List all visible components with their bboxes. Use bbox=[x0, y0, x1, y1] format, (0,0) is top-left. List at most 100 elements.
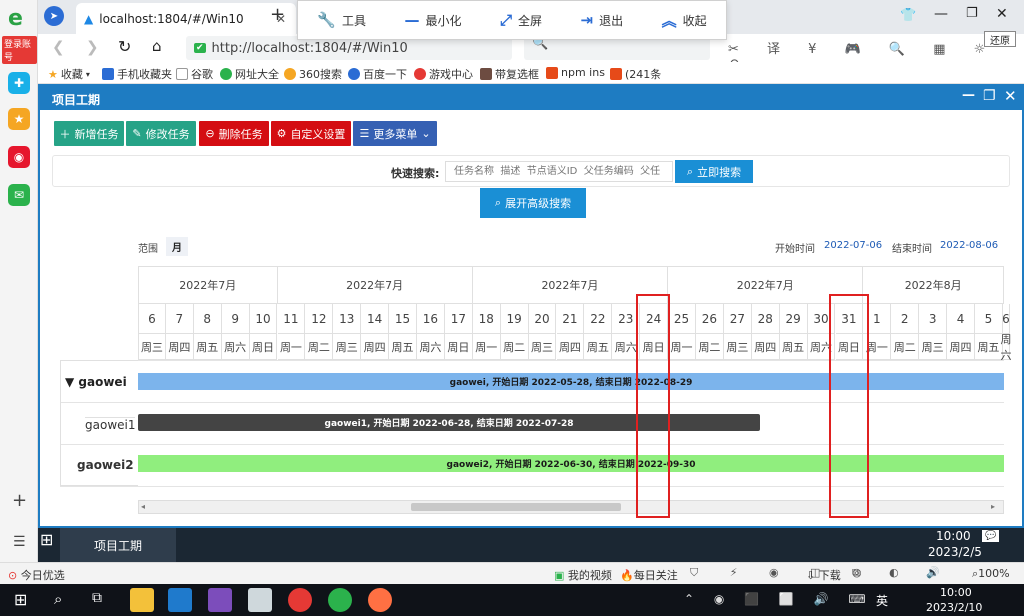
bookmark-item[interactable]: 网址大全 bbox=[220, 66, 279, 82]
bookmark-item[interactable]: 360搜索 bbox=[284, 66, 342, 82]
bookmark-item[interactable]: npm ins bbox=[546, 66, 605, 79]
new-tab-button[interactable]: + bbox=[270, 4, 285, 25]
download[interactable]: ⇩ 下载 bbox=[806, 567, 841, 583]
chevron-down-icon: ⌄ bbox=[421, 127, 431, 140]
os-search-icon[interactable]: ⌕ bbox=[54, 590, 62, 608]
forward-icon[interactable]: ❯ bbox=[86, 38, 99, 56]
collapse-button[interactable]: ︽ 收起 bbox=[662, 10, 707, 31]
delete-task-label: 删除任务 bbox=[218, 127, 263, 141]
app-close-button[interactable]: ✕ bbox=[1004, 87, 1017, 105]
bookmark-item[interactable]: 游戏中心 bbox=[414, 66, 473, 82]
end-time-value: 2022-08-06 bbox=[940, 240, 999, 251]
edit-task-button[interactable]: ✎ 修改任务 bbox=[126, 121, 196, 146]
exit-icon: ⇥ bbox=[580, 11, 594, 29]
app-icon[interactable] bbox=[368, 588, 392, 612]
zoom-level[interactable]: ⌕100% bbox=[972, 567, 1010, 581]
window-minimize-button[interactable]: — bbox=[934, 6, 948, 22]
windows-start-icon[interactable]: ⊞ bbox=[40, 530, 53, 549]
notification-icon[interactable]: 💬 bbox=[982, 530, 1000, 542]
bookmark-item[interactable]: (241条 bbox=[610, 66, 661, 82]
window-restore-button[interactable]: ❐ bbox=[966, 6, 978, 21]
advanced-search-button[interactable]: ⌕ 展开高级搜索 bbox=[480, 188, 586, 218]
range-month-toggle[interactable]: 月 bbox=[166, 237, 188, 256]
site-icon bbox=[220, 68, 232, 80]
visual-studio-icon[interactable] bbox=[208, 588, 232, 612]
nav-arrow-icon[interactable]: ➤ bbox=[44, 6, 64, 26]
tools-button[interactable]: 🔧 工具 bbox=[317, 11, 366, 29]
chrome-icon[interactable] bbox=[288, 588, 312, 612]
add-task-label: 新增任务 bbox=[74, 127, 119, 141]
today-pick[interactable]: ⊙ 今日优选 bbox=[8, 567, 65, 583]
sidebar-weibo-icon[interactable]: ◉ bbox=[8, 146, 30, 168]
bookmark-item[interactable]: 百度一下 bbox=[348, 66, 407, 82]
os-taskbar: ⊞ ⌕ ⧉ ⌃ ◉ ⬛ ⬜ 🔊 ⌨ 英 10:00 2023/2/10 bbox=[0, 584, 1024, 616]
bookmarks-bar: ★ 收藏 ▾ 手机收藏夹 谷歌 网址大全 360搜索 百度一下 游戏中心 带复选框 … bbox=[38, 62, 1024, 84]
scroll-left-arrow[interactable]: ◂ bbox=[141, 502, 145, 511]
end-time-label: 结束时间 bbox=[892, 244, 932, 255]
minimize-icon: — bbox=[404, 11, 420, 29]
login-badge[interactable]: 登录账号 bbox=[2, 36, 37, 64]
quick-search-input[interactable] bbox=[445, 161, 673, 182]
browser-tab[interactable]: ▲ localhost:1804/#/Win10 ✕ bbox=[76, 3, 296, 34]
bookmark-label: (241条 bbox=[625, 68, 662, 81]
delete-task-button[interactable]: ⊖ 删除任务 bbox=[199, 121, 269, 146]
daily-focus[interactable]: 🔥每日关注 bbox=[620, 567, 678, 583]
search-now-button[interactable]: ⌕ 立即搜索 bbox=[675, 160, 753, 183]
minimize-button[interactable]: — 最小化 bbox=[404, 11, 461, 29]
paw-icon bbox=[348, 68, 360, 80]
search-icon: ⌕ bbox=[494, 196, 502, 209]
bookmark-label: 百度一下 bbox=[363, 68, 407, 81]
sidebar-mail-icon[interactable]: ✉ bbox=[8, 184, 30, 206]
skin-icon[interactable]: 👕 bbox=[900, 8, 916, 23]
flame-icon: 🔥 bbox=[620, 569, 634, 582]
row-label-gaowei[interactable]: ▼ gaowei bbox=[65, 375, 127, 389]
row-label-gaowei2[interactable]: gaowei2 bbox=[77, 458, 134, 472]
minus-circle-icon: ⊖ bbox=[205, 127, 215, 140]
sidebar-menu-icon[interactable]: ☰ bbox=[13, 534, 26, 550]
vscode-icon[interactable] bbox=[168, 588, 192, 612]
bookmark-item[interactable]: ★ 收藏 ▾ bbox=[48, 66, 90, 82]
bookmark-label: npm ins bbox=[561, 66, 605, 79]
custom-settings-button[interactable]: ⚙ 自定义设置 bbox=[271, 121, 351, 146]
os-start-icon[interactable]: ⊞ bbox=[14, 590, 27, 609]
explorer-icon[interactable] bbox=[130, 588, 154, 612]
status-extra-icons[interactable]: ◎ ◐ 🔊 bbox=[852, 566, 952, 579]
app-icon[interactable] bbox=[248, 588, 272, 612]
os-date: 2023/2/10 bbox=[926, 601, 983, 614]
app-header: 项目工期 — ❐ ✕ bbox=[40, 86, 1022, 110]
window-close-button[interactable]: ✕ bbox=[996, 6, 1008, 22]
today-pick-icon: ⊙ bbox=[8, 569, 18, 582]
site-icon bbox=[284, 68, 296, 80]
taskbar-app-item[interactable]: 项目工期 bbox=[60, 528, 176, 562]
app-minimize-button[interactable]: — bbox=[962, 88, 975, 103]
360-browser-icon[interactable] bbox=[328, 588, 352, 612]
my-video[interactable]: ▣ 我的视频 bbox=[554, 567, 612, 583]
sidebar-plus-icon[interactable]: + bbox=[12, 490, 27, 511]
ime-indicator[interactable]: 英 bbox=[876, 592, 888, 609]
gantt-scrollbar[interactable]: ◂ ▸ bbox=[138, 500, 1004, 514]
tray-icons[interactable]: ⌃ ◉ ⬛ ⬜ 🔊 ⌨ bbox=[684, 592, 874, 606]
bookmark-label: 带复选框 bbox=[495, 68, 539, 81]
quick-search-label: 快速搜索: bbox=[391, 167, 440, 180]
home-icon[interactable]: ⌂ bbox=[152, 37, 162, 55]
site-icon bbox=[480, 68, 492, 80]
scroll-right-arrow[interactable]: ▸ bbox=[991, 502, 995, 511]
more-menu-button[interactable]: ☰ 更多菜单 ⌄ bbox=[353, 121, 437, 146]
back-icon[interactable]: ❮ bbox=[52, 38, 65, 56]
task-view-icon[interactable]: ⧉ bbox=[92, 590, 102, 606]
app-maximize-button[interactable]: ❐ bbox=[983, 88, 996, 104]
bookmark-item[interactable]: 带复选框 bbox=[480, 66, 539, 82]
bookmark-item[interactable]: 谷歌 bbox=[176, 66, 213, 82]
row-label-gaowei1[interactable]: gaowei1 bbox=[85, 417, 136, 432]
exit-button[interactable]: ⇥ 退出 bbox=[581, 11, 624, 29]
scroll-thumb[interactable] bbox=[411, 503, 621, 511]
start-time-value: 2022-07-06 bbox=[824, 240, 883, 251]
reload-icon[interactable]: ↻ bbox=[118, 37, 131, 56]
sidebar-star-icon[interactable]: ★ bbox=[8, 108, 30, 130]
add-task-button[interactable]: ＋新增任务 bbox=[54, 121, 124, 146]
sidebar-add-icon[interactable]: ✚ bbox=[8, 72, 30, 94]
bookmark-item[interactable]: 手机收藏夹 bbox=[102, 66, 172, 82]
gantt-row-labels: ▼ gaowei gaowei1 gaowei2 bbox=[60, 360, 138, 486]
status-tool-icons[interactable]: ⛉ ⚡ ◉ ◫ ⧉ bbox=[690, 566, 874, 580]
fullscreen-button[interactable]: ⤢ 全屏 bbox=[500, 11, 542, 29]
